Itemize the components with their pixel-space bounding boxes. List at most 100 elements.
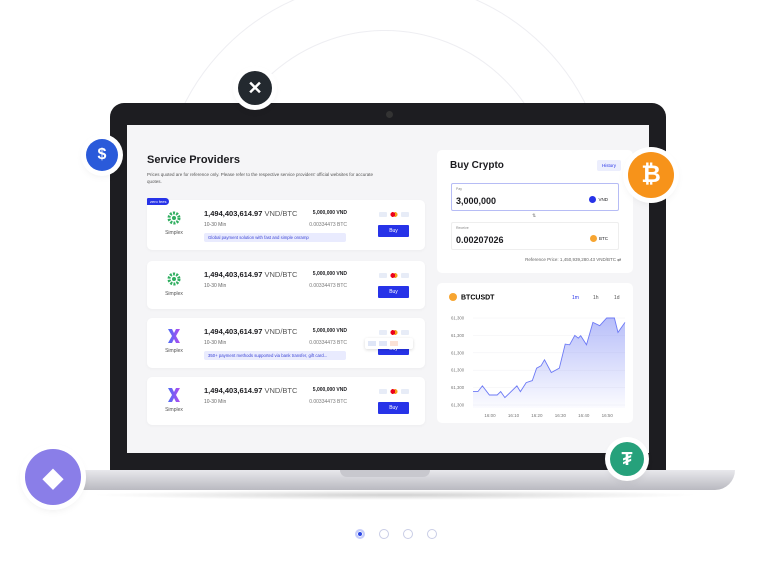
bitcoin-coin-icon: ₿ — [628, 152, 674, 198]
rate-unit: VND/BTC — [264, 386, 298, 395]
payment-methods — [379, 273, 409, 278]
history-button[interactable]: History — [596, 160, 621, 171]
fiat-amount: 5,000,000 VND — [312, 387, 347, 393]
fiat-amount: 5,000,000 VND — [312, 328, 347, 334]
provider-description: Global payment solution with fast and si… — [204, 233, 346, 242]
delivery-time: 10-30 Min — [204, 222, 227, 228]
provider-rate: 1,494,403,614.97 VND/BTC — [204, 386, 297, 395]
reference-price: Reference Price: 1,450,939,280.43 VND/BT… — [525, 257, 621, 262]
delivery-time: 10-30 Min — [204, 399, 227, 405]
page-dot-1[interactable] — [355, 529, 365, 539]
pay-currency-select[interactable]: VND — [589, 196, 608, 203]
payment-methods — [379, 330, 409, 335]
crypto-amount: 0.00334473 BTC — [309, 399, 347, 405]
crypto-amount: 0.00334473 BTC — [309, 283, 347, 289]
provider-rate: 1,494,403,614.97 VND/BTC — [204, 209, 297, 218]
x-tick-label: 16:50 — [602, 413, 614, 418]
y-tick-label: 61,300 — [451, 333, 465, 338]
vnd-icon — [589, 196, 597, 203]
fiat-amount: 5,000,000 VND — [312, 210, 347, 216]
laptop-notch — [340, 470, 430, 477]
mastercard-icon — [390, 212, 398, 217]
interval-1h[interactable]: 1h — [593, 295, 599, 301]
buy-button[interactable]: Buy — [378, 402, 409, 414]
provider-gear-logo-icon — [167, 272, 181, 286]
pay-value[interactable]: 3,000,000 — [456, 196, 496, 206]
provider-name: Simplex — [165, 230, 183, 236]
tether-coin-icon: ₮ — [610, 442, 644, 476]
y-tick-label: 61,300 — [451, 316, 465, 321]
x-tick-label: 16:20 — [531, 413, 543, 418]
chart-title: BTCUSDT — [461, 295, 495, 302]
apple-pay-icon — [401, 212, 409, 217]
rate-value: 1,494,403,614.97 — [204, 209, 263, 218]
receive-currency-select[interactable]: BTC — [590, 235, 608, 242]
buy-button[interactable]: Buy — [378, 225, 409, 237]
page-dot-2[interactable] — [379, 529, 389, 539]
payment-methods — [379, 389, 409, 394]
provider-x-logo-icon — [168, 329, 180, 343]
payment-methods — [379, 212, 409, 217]
apple-pay-icon — [401, 389, 409, 394]
rate-value: 1,494,403,614.97 — [204, 386, 263, 395]
pay-currency: VND — [598, 197, 608, 202]
provider-name: Simplex — [165, 291, 183, 297]
receive-currency: BTC — [599, 236, 608, 241]
laptop-shadow — [90, 490, 700, 500]
delivery-time: 10-30 Min — [204, 340, 227, 346]
buy-crypto-panel: Buy Crypto History Pay 3,000,000 VND ⇅ R… — [437, 150, 633, 273]
y-tick-label: 61,300 — [451, 403, 465, 408]
payment-icon — [379, 341, 387, 346]
page-dot-3[interactable] — [403, 529, 413, 539]
apple-pay-icon — [401, 330, 409, 335]
y-tick-label: 61,300 — [451, 368, 465, 373]
more-payments-popover — [365, 338, 413, 349]
page-dot-4[interactable] — [427, 529, 437, 539]
rate-unit: VND/BTC — [264, 270, 298, 279]
pay-field[interactable]: Pay 3,000,000 VND — [451, 183, 619, 211]
provider-card: Simplex 1,494,403,614.97 VND/BTC 10-30 Min… — [147, 318, 425, 368]
provider-gear-logo-icon — [167, 211, 181, 225]
dollar-coin-icon: $ — [86, 139, 118, 171]
provider-card: Simplex 1,494,403,614.97 VND/BTC 10-30 Min… — [147, 377, 425, 425]
x-tick-label: 16:00 — [484, 413, 496, 418]
swap-icon[interactable]: ⇅ — [532, 213, 536, 219]
x-tick-label: 16:40 — [578, 413, 590, 418]
receive-label: Receive — [456, 226, 469, 230]
price-chart: BTCUSDT 1m 1h 1d 61,300 61,300 61,300 61,300 61,… — [449, 293, 626, 418]
provider-name: Simplex — [165, 407, 183, 413]
page-title: Service Providers — [147, 154, 240, 166]
buy-button[interactable]: Buy — [378, 286, 409, 298]
pay-label: Pay — [456, 187, 463, 191]
crypto-amount: 0.00334473 BTC — [309, 222, 347, 228]
price-area — [473, 318, 625, 408]
provider-card: Simplex 1,494,403,614.97 VND/BTC 10-30 Min… — [147, 261, 425, 309]
mastercard-icon — [390, 273, 398, 278]
visa-icon — [379, 389, 387, 394]
provider-x-logo-icon — [168, 388, 180, 402]
provider-rate: 1,494,403,614.97 VND/BTC — [204, 270, 297, 279]
disclaimer: Prices quoted are for reference only. Pl… — [147, 172, 374, 184]
provider-card: zero fees Simplex 1,494,403,614.97 VND/BTC… — [147, 198, 425, 250]
payment-icon — [390, 341, 398, 346]
payment-icon — [368, 341, 376, 346]
screen: Service Providers Prices quoted are for … — [127, 125, 649, 453]
receive-value: 0.00207026 — [456, 235, 504, 245]
receive-field[interactable]: Receive 0.00207026 BTC — [451, 222, 619, 250]
provider-name: Simplex — [165, 348, 183, 354]
fiat-amount: 5,000,000 VND — [312, 271, 347, 277]
interval-1d[interactable]: 1d — [614, 295, 620, 301]
rate-value: 1,494,403,614.97 — [204, 270, 263, 279]
ethereum-coin-icon: ◆ — [25, 449, 81, 505]
visa-icon — [379, 330, 387, 335]
zero-fees-badge: zero fees — [147, 198, 170, 205]
visa-icon — [379, 273, 387, 278]
laptop: Service Providers Prices quoted are for … — [110, 103, 666, 473]
y-tick-label: 61,300 — [451, 385, 465, 390]
pagination — [355, 529, 437, 539]
interval-1m[interactable]: 1m — [572, 295, 579, 301]
chart-panel: BTCUSDT 1m 1h 1d 61,300 61,300 61,300 61,300 61,… — [437, 283, 633, 423]
mastercard-icon — [390, 389, 398, 394]
apple-pay-icon — [401, 273, 409, 278]
xrp-coin-icon: ✕ — [238, 71, 272, 105]
